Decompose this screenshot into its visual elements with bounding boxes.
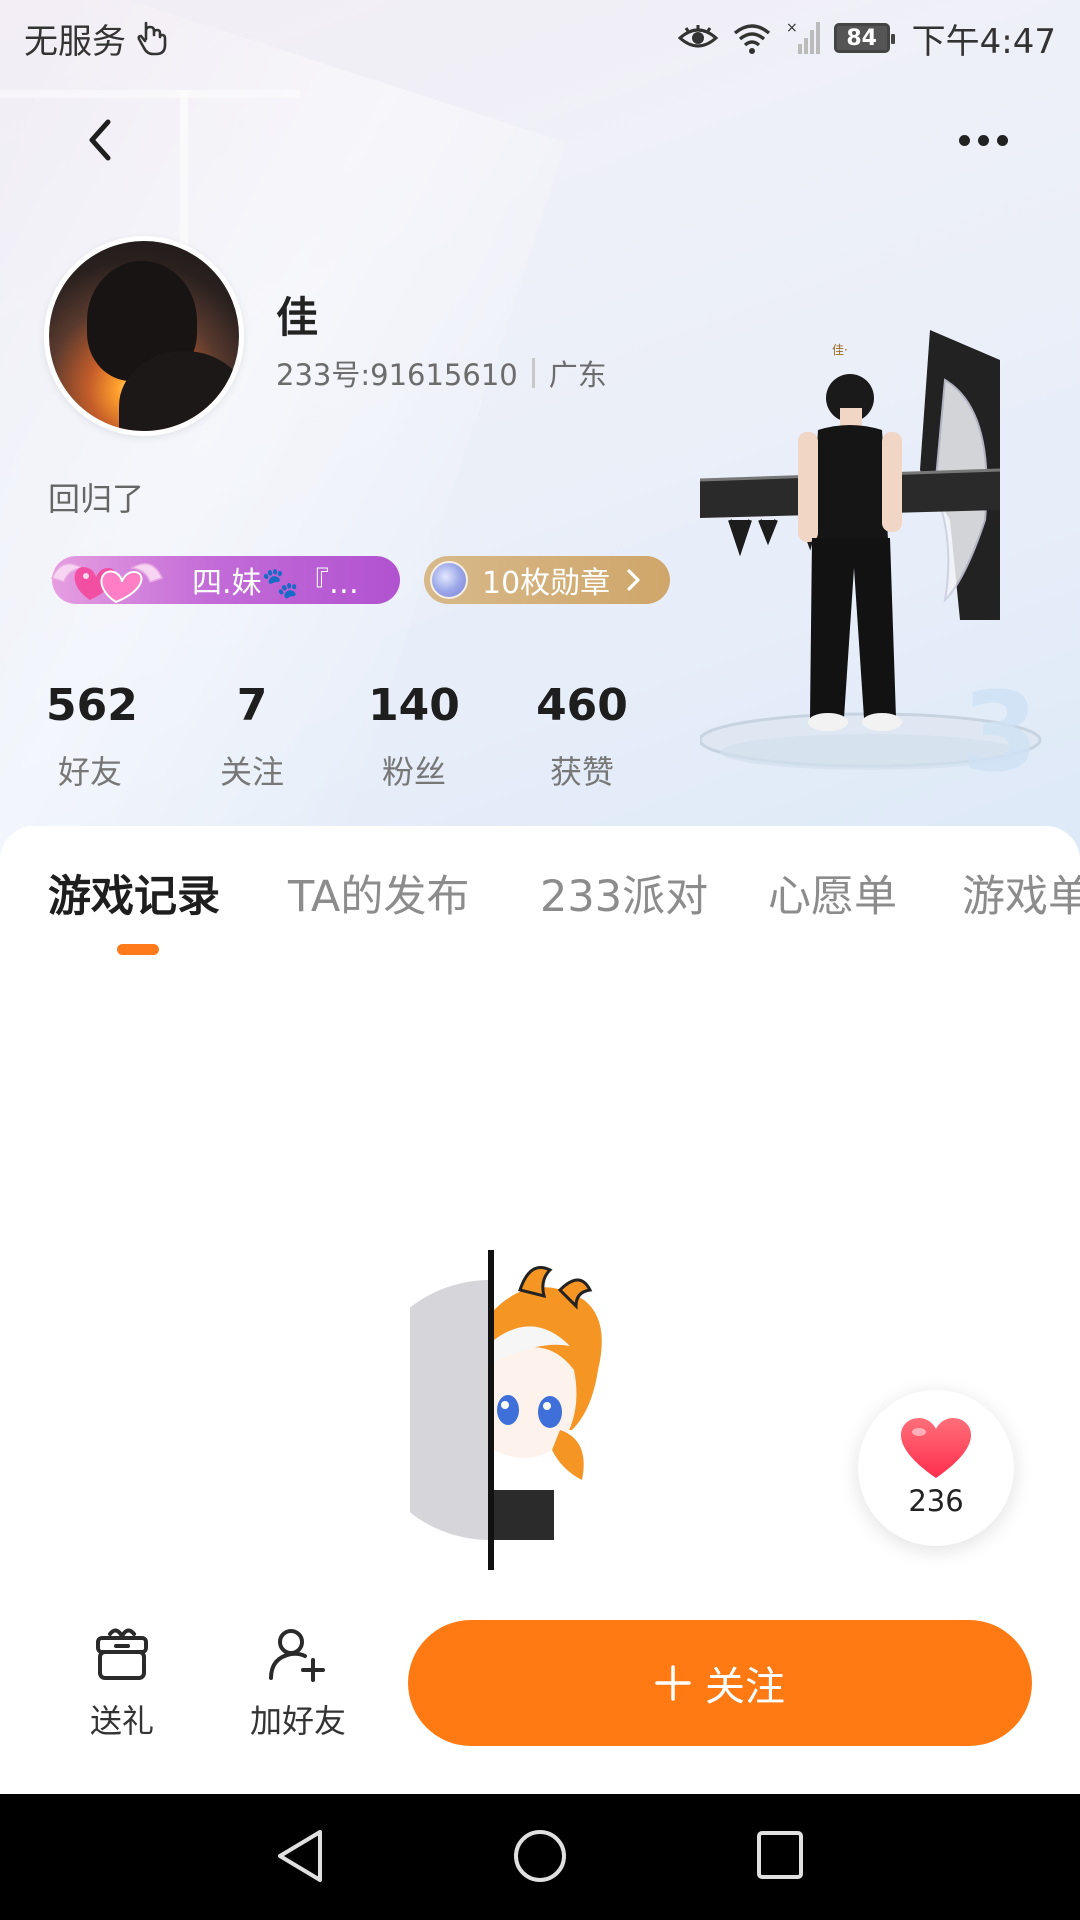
user-avatar[interactable]	[44, 236, 244, 436]
carrier-text: 无服务	[24, 21, 126, 62]
status-bar: 无服务 × 84 下午4:47	[0, 0, 1080, 76]
stat-fans[interactable]: 140 粉丝	[368, 680, 460, 793]
medals-button[interactable]: 10枚勋章	[424, 556, 670, 604]
medal-icon	[430, 561, 468, 599]
system-navigation-bar	[0, 1794, 1080, 1920]
medals-label: 10枚勋章	[482, 566, 611, 601]
tab-game-lists[interactable]: 游戏单	[962, 862, 1080, 924]
like-button[interactable]: 236	[858, 1390, 1014, 1546]
stat-label: 获赞	[549, 753, 614, 791]
stat-label: 好友	[57, 753, 122, 791]
winged-hearts-icon	[50, 563, 164, 604]
profile-tabs: 游戏记录 TA的发布 233派对 心愿单 游戏单	[0, 862, 1080, 942]
battery-indicator: 84	[833, 23, 895, 53]
stat-label: 关注	[219, 753, 284, 791]
user-bio: 回归了	[48, 480, 145, 518]
nav-home-icon[interactable]	[512, 1828, 568, 1884]
stat-likes[interactable]: 460 获赞	[536, 680, 628, 793]
more-dot-icon	[958, 134, 970, 146]
3d-character-avatar[interactable]: 3 佳·	[700, 320, 1060, 800]
user-id-text: 233号:91615610	[276, 358, 518, 392]
gift-box-icon	[96, 1628, 148, 1680]
follow-label: 关注	[705, 1664, 785, 1710]
svg-text:×: ×	[786, 20, 798, 36]
gift-label: 送礼	[89, 1702, 154, 1740]
family-tag-label: 四.妹🐾『…	[192, 566, 359, 601]
empty-state-peeking-character	[410, 1250, 602, 1570]
plus-icon	[655, 1665, 691, 1701]
add-friend-button[interactable]: 加好友	[242, 1624, 354, 1742]
stat-following[interactable]: 7 关注	[210, 680, 294, 793]
follow-button[interactable]: 关注	[408, 1620, 1032, 1746]
tab-party[interactable]: 233派对	[540, 862, 708, 924]
nav-back-icon[interactable]	[274, 1828, 326, 1884]
user-name: 佳	[276, 293, 319, 342]
stat-label: 粉丝	[381, 753, 446, 791]
add-friend-label: 加好友	[249, 1702, 346, 1740]
meta-divider	[531, 358, 535, 388]
stat-friends[interactable]: 562 好友	[46, 680, 138, 793]
heart-icon	[901, 1418, 971, 1478]
tab-game-records[interactable]: 游戏记录	[48, 862, 220, 924]
like-count: 236	[908, 1484, 964, 1518]
gift-button[interactable]: 送礼	[82, 1624, 162, 1742]
wifi-icon	[733, 24, 770, 54]
clock-text: 下午4:47	[911, 21, 1056, 62]
stat-value: 7	[236, 680, 268, 731]
nav-recents-icon[interactable]	[756, 1830, 804, 1880]
more-dot-icon	[996, 134, 1008, 146]
svg-text:3: 3	[962, 668, 1039, 796]
svg-text:佳·: 佳·	[832, 343, 848, 357]
more-dot-icon	[977, 134, 989, 146]
chevron-left-icon	[89, 119, 111, 161]
stat-value: 562	[46, 680, 138, 731]
signal-none-icon: ×	[786, 20, 820, 54]
tab-posts[interactable]: TA的发布	[288, 862, 469, 924]
tab-wishlist[interactable]: 心愿单	[768, 862, 897, 924]
stat-value: 140	[368, 680, 460, 731]
user-meta: 233号:91615610 广东	[276, 352, 607, 394]
tab-active-indicator	[117, 944, 159, 955]
back-button[interactable]	[70, 110, 130, 170]
add-user-icon	[269, 1629, 325, 1682]
user-location: 广东	[548, 358, 607, 392]
more-options-button[interactable]	[948, 110, 1018, 170]
touch-hand-icon	[137, 21, 167, 56]
chevron-right-icon	[627, 569, 640, 591]
stat-value: 460	[536, 680, 628, 731]
eye-comfort-icon	[677, 25, 718, 48]
